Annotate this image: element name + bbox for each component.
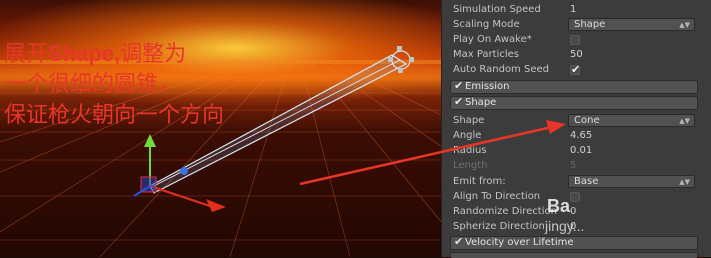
watermark-logo: Ba [547,196,571,216]
watermark-text: jingy... [545,218,585,234]
annotation-arrowhead [440,120,566,154]
